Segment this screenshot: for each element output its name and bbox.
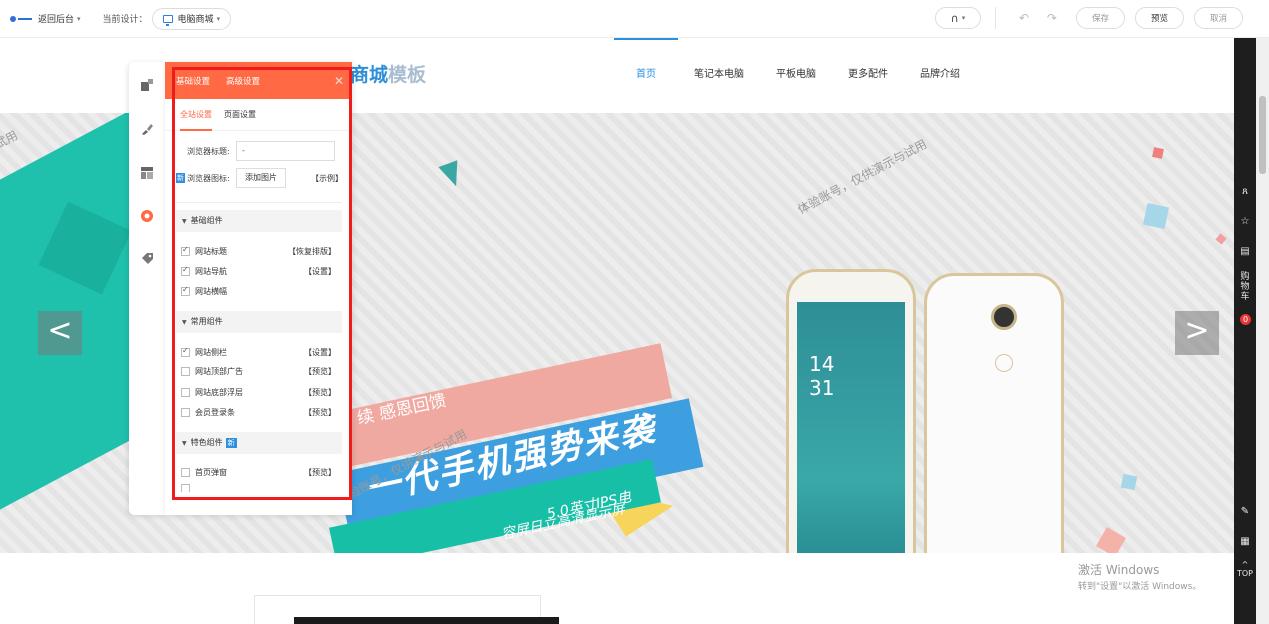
- decor-square: [1152, 147, 1164, 159]
- windows-activation-title: 激活 Windows: [1078, 563, 1160, 577]
- chevron-down-icon: ▾: [961, 14, 966, 22]
- brush-icon[interactable]: [140, 122, 154, 136]
- back-to-admin-link[interactable]: 返回后台: [38, 12, 74, 25]
- nav-item-laptops[interactable]: 笔记本电脑: [678, 38, 760, 113]
- site-title-light: 模板: [388, 64, 427, 86]
- cart-label-text: 购物车: [1240, 272, 1250, 302]
- undo-icon[interactable]: ↶: [1014, 11, 1034, 25]
- watermark-text: 体验账号，仅供演示与试用: [795, 136, 930, 217]
- site-select-value: 电脑商城: [177, 15, 214, 25]
- main-nav: 首页 笔记本电脑 平板电脑 更多配件 品牌介绍: [614, 38, 976, 113]
- star-icon[interactable]: ☆: [1234, 216, 1256, 227]
- top-toolbar: 返回后台 ▾ 当前设计： 电脑商城 ▾ ∩ ▾ ↶ ↷ 保存 预览 取消: [0, 0, 1269, 38]
- highlight-frame: [172, 67, 352, 500]
- monitor-icon: [162, 14, 173, 26]
- nav-item-brand[interactable]: 品牌介绍: [904, 38, 976, 113]
- chevron-down-icon[interactable]: ▾: [77, 15, 81, 23]
- phone-back-image: [924, 273, 1064, 553]
- cancel-button[interactable]: 取消: [1193, 7, 1243, 29]
- back-to-top-button[interactable]: ^ TOP: [1234, 560, 1256, 578]
- layout-icon[interactable]: [140, 166, 154, 180]
- chevron-up-icon: ^: [1241, 560, 1249, 569]
- user-icon[interactable]: ጸ: [1234, 186, 1256, 197]
- product-image: [294, 617, 559, 624]
- save-button[interactable]: 保存: [1075, 7, 1125, 29]
- watermark-text: 试用: [0, 128, 21, 152]
- cart-count-badge: 0: [1240, 314, 1251, 325]
- camera-icon: [991, 304, 1017, 330]
- module-icon[interactable]: [140, 78, 154, 92]
- windows-activation-subtitle: 转到"设置"以激活 Windows。: [1078, 582, 1202, 592]
- back-to-top-label: TOP: [1236, 569, 1253, 578]
- nav-item-tablets[interactable]: 平板电脑: [760, 38, 832, 113]
- divider: [994, 7, 996, 29]
- phone-clock: 14 31: [809, 352, 835, 400]
- scrollbar-thumb[interactable]: [1259, 96, 1266, 174]
- banner-prev-button[interactable]: <: [38, 311, 82, 355]
- fingerprint-icon: [995, 354, 1013, 372]
- nav-item-accessories[interactable]: 更多配件: [832, 38, 904, 113]
- decor-triangle: [438, 160, 466, 190]
- windows-activation-notice: 激活 Windows 转到"设置"以激活 Windows。: [1078, 561, 1201, 592]
- site-title[interactable]: 商城模板: [350, 60, 426, 87]
- product-card[interactable]: [254, 595, 559, 624]
- site-select[interactable]: 电脑商城 ▾: [151, 7, 232, 30]
- chevron-down-icon: ▾: [216, 14, 221, 23]
- cart-label[interactable]: 购物车: [1234, 272, 1256, 302]
- tag-icon[interactable]: [140, 252, 154, 266]
- headset-icon: ∩: [950, 11, 959, 25]
- edit-icon[interactable]: ✎: [1234, 506, 1256, 517]
- preview-button[interactable]: 预览: [1134, 7, 1184, 29]
- history-icon[interactable]: ▤: [1234, 246, 1256, 257]
- toolbar-actions: ∩ ▾ ↶ ↷ 保存 预览 取消: [934, 7, 1243, 29]
- brand-logo-icon: [10, 15, 32, 23]
- design-tool-rail: [129, 62, 165, 515]
- decor-square: [1120, 473, 1138, 491]
- phone-front-image: 14 31: [786, 269, 916, 553]
- decor-square: [1215, 233, 1227, 245]
- redo-icon[interactable]: ↷: [1042, 11, 1062, 25]
- page-scrollbar[interactable]: [1256, 38, 1269, 624]
- right-sidebar: ጸ ☆ ▤ 购物车 0 ✎ ▦ ^ TOP: [1234, 38, 1256, 624]
- settings-icon[interactable]: [140, 209, 154, 223]
- decor-square: [1142, 202, 1170, 230]
- decor-square: [1095, 526, 1127, 553]
- qrcode-icon[interactable]: ▦: [1234, 536, 1256, 547]
- banner-next-button[interactable]: >: [1175, 311, 1219, 355]
- service-button[interactable]: ∩ ▾: [934, 7, 981, 29]
- current-design-label: 当前设计：: [102, 15, 148, 25]
- phone-screen: 14 31: [797, 302, 905, 553]
- nav-item-home[interactable]: 首页: [614, 38, 678, 113]
- site-title-strong: 商城: [350, 64, 389, 86]
